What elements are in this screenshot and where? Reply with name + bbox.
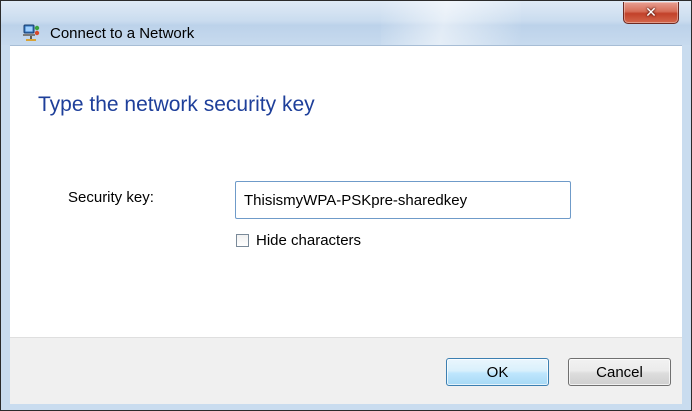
close-button[interactable]: ✕ — [623, 2, 679, 24]
window-title: Connect to a Network — [50, 25, 195, 42]
security-key-label: Security key: — [68, 189, 154, 206]
ok-button[interactable]: OK — [446, 358, 549, 386]
page-title: Type the network security key — [38, 93, 315, 116]
hide-characters-checkbox[interactable] — [236, 234, 249, 247]
network-icon — [23, 24, 40, 41]
glass-reflection — [381, 1, 521, 45]
dialog-content: Type the network security key Security k… — [10, 45, 682, 338]
security-key-input[interactable] — [235, 181, 571, 219]
cancel-button[interactable]: Cancel — [568, 358, 671, 386]
dialog-window: Connect to a Network ✕ Type the network … — [0, 0, 692, 411]
close-icon: ✕ — [645, 4, 657, 21]
hide-characters-option[interactable]: Hide characters — [236, 232, 361, 249]
hide-characters-label[interactable]: Hide characters — [256, 232, 361, 249]
title-bar[interactable]: Connect to a Network ✕ — [1, 1, 691, 45]
button-bar: OK Cancel — [10, 337, 682, 404]
